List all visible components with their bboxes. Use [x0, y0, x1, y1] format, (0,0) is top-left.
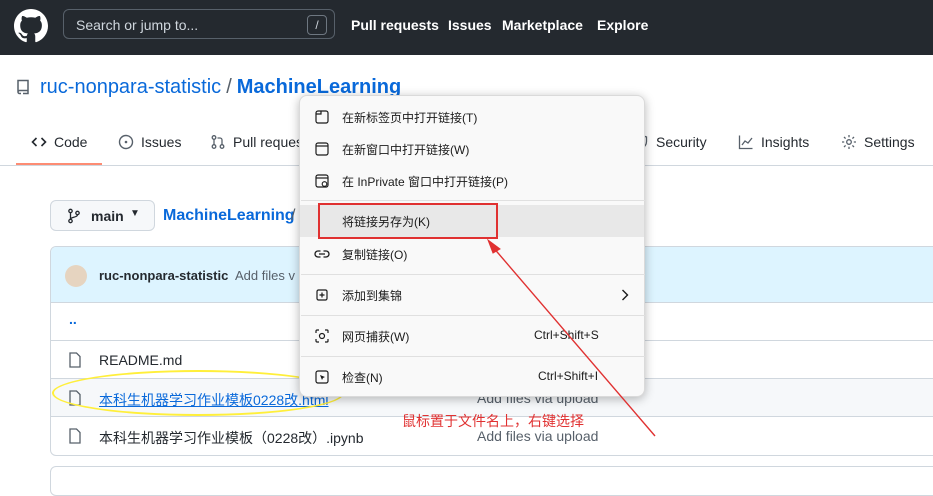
tab-code[interactable]: Code	[31, 134, 87, 150]
menu-item-label: 在新窗口中打开链接(W)	[342, 143, 470, 157]
menu-item-open-new-tab[interactable]: 在新标签页中打开链接(T)	[300, 101, 644, 133]
tab-insights-label: Insights	[761, 134, 810, 150]
nav-marketplace[interactable]: Marketplace	[502, 17, 583, 33]
collections-icon	[316, 289, 328, 301]
new-tab-icon	[315, 110, 329, 124]
tab-security-label: Security	[656, 134, 707, 150]
tab-code-label: Code	[54, 134, 88, 150]
menu-separator	[301, 200, 645, 201]
menu-separator	[301, 356, 645, 357]
issue-icon	[118, 134, 134, 150]
repo-separator: /	[226, 76, 232, 98]
file-name[interactable]: 本科生机器学习作业模板（0228改）.ipynb	[99, 428, 364, 448]
menu-item-add-to-collections[interactable]: 添加到集锦	[300, 279, 644, 311]
active-tab-indicator	[16, 163, 102, 165]
nav-explore[interactable]: Explore	[597, 17, 648, 33]
breadcrumb-root-link[interactable]: MachineLearning	[163, 207, 295, 225]
readme-box	[50, 466, 933, 496]
chevron-right-icon	[622, 289, 629, 301]
menu-item-open-inprivate[interactable]: 在 InPrivate 窗口中打开链接(P)	[300, 165, 644, 197]
menu-item-inspect[interactable]: 检查(N) Ctrl+Shift+I	[300, 361, 644, 393]
tab-pull-requests-label: Pull reques	[233, 134, 304, 150]
inspect-icon	[315, 370, 329, 384]
menu-separator	[301, 274, 645, 275]
tab-insights[interactable]: Insights	[738, 134, 809, 150]
menu-item-shortcut: Ctrl+Shift+I	[538, 369, 599, 383]
link-icon	[314, 250, 330, 258]
menu-item-label: 在新标签页中打开链接(T)	[342, 111, 478, 125]
file-icon	[69, 352, 81, 368]
top-navbar: Search or jump to... / Pull requests Iss…	[0, 0, 933, 55]
code-icon	[31, 137, 47, 147]
search-input[interactable]: Search or jump to... /	[63, 9, 335, 39]
tab-settings-label: Settings	[864, 134, 915, 150]
file-icon	[69, 428, 81, 444]
branch-selector-button[interactable]: main ▼	[50, 200, 155, 231]
menu-item-shortcut: Ctrl+Shift+S	[534, 328, 599, 342]
search-placeholder: Search or jump to...	[76, 17, 199, 33]
graph-icon	[738, 135, 753, 150]
repo-icon	[17, 79, 29, 95]
commit-message[interactable]: Add files v	[235, 268, 295, 283]
nav-issues[interactable]: Issues	[448, 17, 492, 33]
menu-item-copy-link[interactable]: 复制链接(O)	[300, 238, 644, 270]
menu-item-label: 检查(N)	[342, 371, 383, 385]
gear-icon	[842, 135, 856, 149]
inprivate-icon	[315, 174, 329, 188]
github-logo-icon[interactable]	[14, 9, 48, 43]
caret-down-icon: ▼	[130, 208, 140, 219]
file-name[interactable]: README.md	[99, 352, 182, 368]
menu-item-label: 网页捕获(W)	[342, 330, 410, 344]
commit-author[interactable]: ruc-nonpara-statistic	[99, 268, 228, 283]
menu-item-web-capture[interactable]: 网页捕获(W) Ctrl+Shift+S	[300, 320, 644, 352]
tab-settings[interactable]: Settings	[841, 134, 915, 150]
capture-icon	[315, 329, 329, 343]
context-menu: 在新标签页中打开链接(T) 在新窗口中打开链接(W) 在 InPrivate 窗…	[299, 95, 645, 397]
search-shortcut-key: /	[307, 15, 327, 35]
git-branch-icon	[68, 208, 80, 224]
annotation-text: 鼠标置于文件名上，右键选择	[402, 413, 584, 429]
menu-item-label: 复制链接(O)	[342, 248, 408, 262]
new-window-icon	[315, 142, 329, 156]
parent-dir-link[interactable]: ..	[69, 311, 77, 327]
avatar[interactable]	[65, 265, 87, 287]
menu-separator	[301, 315, 645, 316]
highlight-box	[318, 203, 498, 239]
menu-item-open-new-window[interactable]: 在新窗口中打开链接(W)	[300, 133, 644, 165]
tab-pull-requests[interactable]: Pull reques	[210, 134, 303, 150]
branch-label: main	[91, 208, 124, 224]
breadcrumb-separator: /	[291, 207, 296, 224]
pull-request-icon	[211, 135, 225, 149]
repo-owner-link[interactable]: ruc-nonpara-statistic	[40, 76, 221, 98]
nav-pull-requests[interactable]: Pull requests	[351, 17, 439, 33]
menu-item-label: 添加到集锦	[342, 289, 403, 303]
tab-issues-label: Issues	[141, 134, 182, 150]
tab-issues[interactable]: Issues	[118, 134, 181, 150]
menu-item-label: 在 InPrivate 窗口中打开链接(P)	[342, 175, 509, 189]
